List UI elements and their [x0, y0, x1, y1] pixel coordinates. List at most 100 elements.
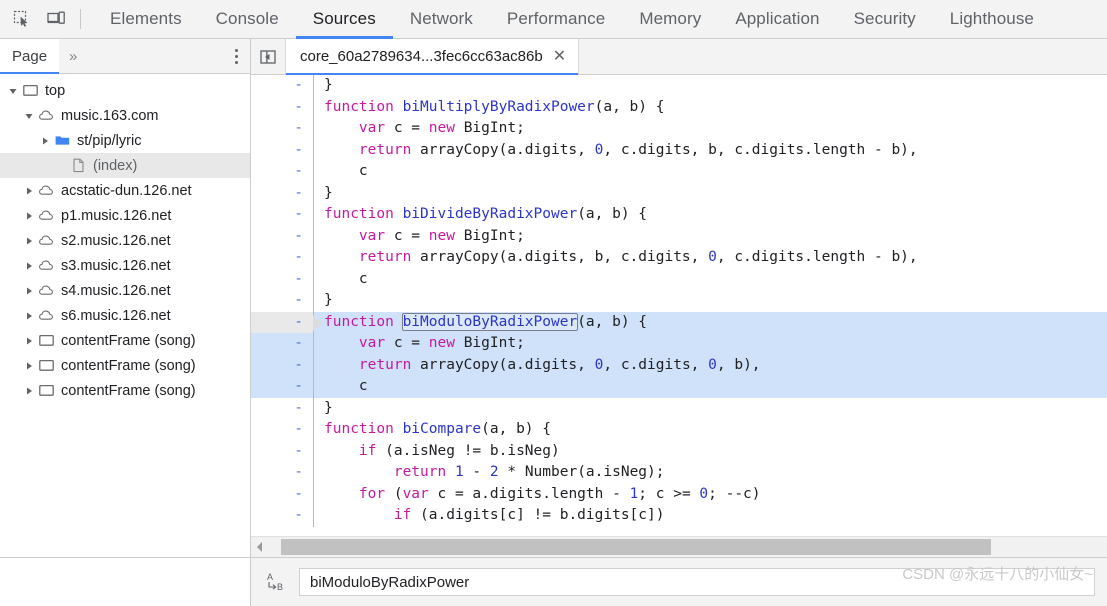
code-token: c =	[393, 227, 429, 244]
chevron-right-icon[interactable]	[22, 211, 36, 221]
line-gutter[interactable]: -	[251, 140, 313, 162]
close-icon[interactable]: ✕	[551, 48, 568, 65]
line-gutter[interactable]: -	[251, 226, 313, 248]
tree-item-label: s4.music.126.net	[61, 282, 171, 299]
line-gutter[interactable]: -	[251, 505, 313, 527]
code-line[interactable]: -}	[251, 397, 1107, 420]
tree-item[interactable]: contentFrame (song)	[0, 353, 250, 378]
line-gutter[interactable]: -	[251, 484, 313, 506]
tree-item[interactable]: (index)	[0, 153, 250, 178]
code-line[interactable]: - return 1 - 2 * Number(a.isNeg);	[251, 462, 1107, 484]
code-line[interactable]: - c	[251, 268, 1107, 291]
tree-item[interactable]: s6.music.126.net	[0, 303, 250, 328]
line-gutter[interactable]: -	[251, 419, 313, 441]
search-input[interactable]: biModuloByRadixPower	[299, 568, 1095, 596]
tab-lighthouse[interactable]: Lighthouse	[933, 0, 1051, 38]
code-line-text: }	[324, 290, 333, 312]
code-line[interactable]: -}	[251, 290, 1107, 312]
tab-memory[interactable]: Memory	[622, 0, 718, 38]
line-gutter[interactable]: -	[251, 269, 313, 291]
code-line[interactable]: - return arrayCopy(a.digits, 0, c.digits…	[251, 139, 1107, 162]
chevron-right-icon[interactable]	[22, 286, 36, 296]
tree-item[interactable]: p1.music.126.net	[0, 203, 250, 228]
tab-network[interactable]: Network	[393, 0, 490, 38]
code-line[interactable]: - function biCompare(a, b) {	[251, 419, 1107, 441]
file-tab-core[interactable]: core_60a2789634...3fec6cc63ac86b ✕	[286, 39, 580, 75]
line-gutter[interactable]: -	[251, 204, 313, 226]
line-gutter[interactable]: -	[251, 183, 313, 205]
tree-item[interactable]: st/pip/lyric	[0, 128, 250, 153]
tree-item[interactable]: s2.music.126.net	[0, 228, 250, 253]
line-gutter[interactable]: -	[251, 118, 313, 140]
line-gutter[interactable]: -	[251, 441, 313, 463]
tab-elements[interactable]: Elements	[93, 0, 199, 38]
line-gutter[interactable]: -	[251, 161, 313, 183]
line-gutter[interactable]: -	[251, 333, 313, 355]
code-line[interactable]: - return arrayCopy(a.digits, 0, c.digits…	[251, 354, 1107, 377]
code-line[interactable]: - function biModuloByRadixPower(a, b) {	[251, 311, 1107, 334]
code-line[interactable]: - var c = new BigInt;	[251, 333, 1107, 355]
chevron-right-icon[interactable]	[22, 361, 36, 371]
code-line[interactable]: - function biDivideByRadixPower(a, b) {	[251, 204, 1107, 226]
tree-item[interactable]: contentFrame (song)	[0, 378, 250, 403]
chevron-right-icon[interactable]	[22, 186, 36, 196]
chevron-down-icon[interactable]	[6, 86, 20, 96]
line-gutter[interactable]: -	[251, 355, 313, 377]
tree-item[interactable]: acstatic-dun.126.net	[0, 178, 250, 203]
more-vertical-icon[interactable]	[231, 39, 250, 73]
tree-item[interactable]: top	[0, 78, 250, 103]
scrollbar-thumb[interactable]	[281, 539, 991, 555]
chevron-down-icon[interactable]	[22, 111, 36, 121]
chevron-right-icon[interactable]	[38, 136, 52, 146]
collapse-sidebar-icon[interactable]	[251, 39, 286, 74]
code-line[interactable]: - if (a.digits[c] != b.digits[c])	[251, 505, 1107, 527]
tab-console[interactable]: Console	[199, 0, 296, 38]
chevron-right-icon[interactable]	[22, 336, 36, 346]
gutter-divider	[313, 376, 314, 398]
tree-item[interactable]: s4.music.126.net	[0, 278, 250, 303]
tab-application[interactable]: Application	[718, 0, 836, 38]
code-line[interactable]: - function biMultiplyByRadixPower(a, b) {	[251, 96, 1107, 119]
tab-security[interactable]: Security	[837, 0, 933, 38]
tab-performance[interactable]: Performance	[490, 0, 622, 38]
code-token: c	[358, 163, 368, 179]
tree-item[interactable]: contentFrame (song)	[0, 328, 250, 353]
device-toolbar-icon[interactable]	[44, 7, 68, 31]
code-line[interactable]: - c	[251, 376, 1107, 398]
code-token: function	[324, 206, 403, 222]
horizontal-scrollbar[interactable]	[251, 536, 1107, 557]
navigator-overflow-icon[interactable]: »	[59, 39, 87, 73]
line-gutter[interactable]: -	[251, 311, 322, 333]
scroll-left-arrow[interactable]	[251, 541, 269, 553]
navigator-tab-page-label: Page	[12, 47, 48, 65]
tree-item[interactable]: s3.music.126.net	[0, 253, 250, 278]
tab-sources[interactable]: Sources	[295, 0, 393, 39]
tree-item[interactable]: music.163.com	[0, 103, 250, 128]
chevron-right-icon[interactable]	[22, 386, 36, 396]
code-editor[interactable]: -} - function biMultiplyByRadixPower(a, b)…	[251, 75, 1107, 536]
code-line-text: function biModuloByRadixPower(a, b) {	[324, 312, 647, 334]
line-gutter[interactable]: -	[251, 462, 313, 484]
chevron-right-icon[interactable]	[22, 261, 36, 271]
line-gutter[interactable]: -	[251, 398, 313, 420]
code-line[interactable]: - return arrayCopy(a.digits, b, c.digits…	[251, 247, 1107, 269]
line-gutter[interactable]: -	[251, 247, 313, 269]
code-line[interactable]: -}	[251, 182, 1107, 205]
code-line[interactable]: -}	[251, 75, 1107, 97]
code-line[interactable]: - c	[251, 161, 1107, 183]
chevron-right-icon[interactable]	[22, 311, 36, 321]
code-line[interactable]: - for (var c = a.digits.length - 1; c >=…	[251, 483, 1107, 506]
tree-item-label: st/pip/lyric	[77, 132, 142, 149]
navigator-tab-page[interactable]: Page	[0, 39, 60, 74]
code-line[interactable]: - var c = new BigInt;	[251, 118, 1107, 140]
line-gutter[interactable]: -	[251, 376, 313, 398]
line-gutter[interactable]: -	[251, 97, 313, 119]
code-line[interactable]: - var c = new BigInt;	[251, 225, 1107, 248]
line-gutter[interactable]: -	[251, 75, 313, 97]
pretty-print-icon[interactable]: A B	[263, 570, 289, 594]
code-line[interactable]: - if (a.isNeg != b.isNeg)	[251, 440, 1107, 463]
inspect-element-icon[interactable]	[10, 7, 34, 31]
chevron-right-icon[interactable]	[22, 236, 36, 246]
scrollbar-track[interactable]	[269, 537, 1107, 557]
line-gutter[interactable]: -	[251, 290, 313, 312]
